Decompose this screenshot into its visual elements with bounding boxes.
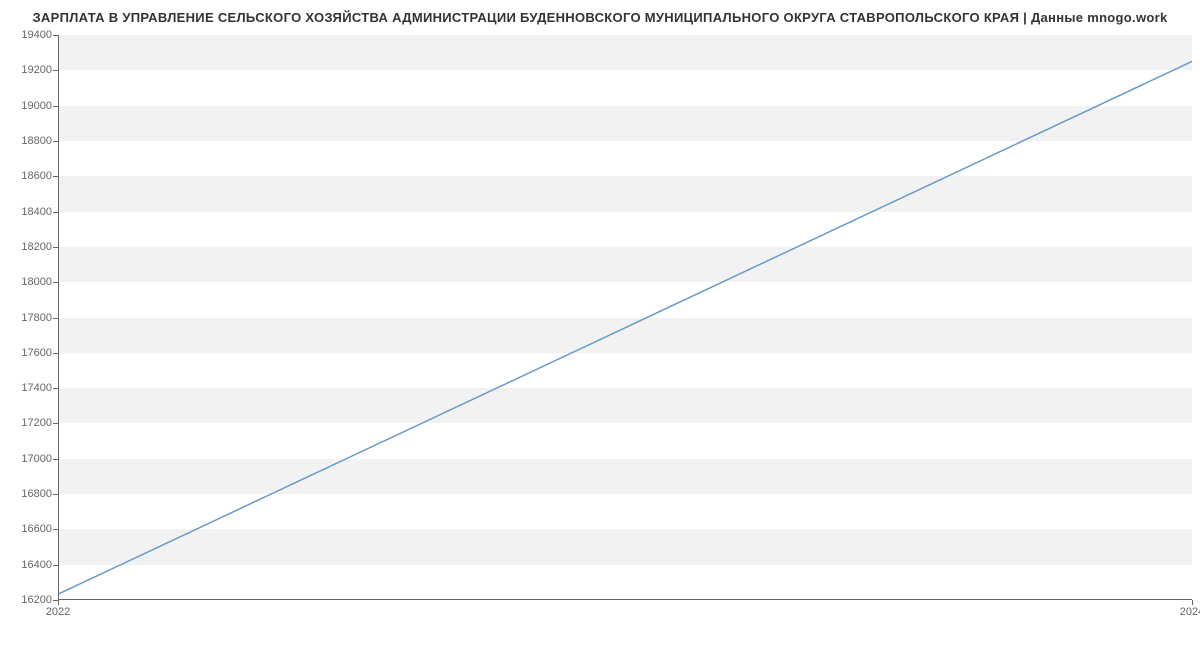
y-tick-mark	[53, 282, 58, 283]
y-tick-mark	[53, 212, 58, 213]
grid-band	[59, 459, 1192, 494]
y-tick-mark	[53, 247, 58, 248]
y-tick-mark	[53, 353, 58, 354]
y-tick-label: 16600	[2, 523, 52, 535]
y-tick-mark	[53, 70, 58, 71]
y-tick-mark	[53, 35, 58, 36]
x-tick-label: 2024	[1180, 606, 1200, 618]
y-tick-mark	[53, 141, 58, 142]
y-tick-mark	[53, 565, 58, 566]
y-tick-mark	[53, 106, 58, 107]
y-tick-mark	[53, 529, 58, 530]
y-tick-label: 18800	[2, 135, 52, 147]
grid-band	[59, 529, 1192, 564]
y-tick-mark	[53, 423, 58, 424]
y-tick-label: 19200	[2, 64, 52, 76]
y-tick-label: 17800	[2, 312, 52, 324]
grid-band	[59, 176, 1192, 211]
y-tick-label: 17000	[2, 453, 52, 465]
grid-band	[59, 35, 1192, 70]
grid-band	[59, 247, 1192, 282]
chart-container: ЗАРПЛАТА В УПРАВЛЕНИЕ СЕЛЬСКОГО ХОЗЯЙСТВ…	[0, 0, 1200, 650]
y-tick-label: 19400	[2, 29, 52, 41]
y-tick-label: 16400	[2, 559, 52, 571]
y-tick-label: 16800	[2, 488, 52, 500]
y-tick-label: 17600	[2, 347, 52, 359]
grid-band	[59, 388, 1192, 423]
y-tick-mark	[53, 459, 58, 460]
y-tick-mark	[53, 176, 58, 177]
y-tick-label: 17400	[2, 382, 52, 394]
plot-area	[58, 35, 1192, 600]
y-tick-label: 18200	[2, 241, 52, 253]
y-tick-label: 17200	[2, 417, 52, 429]
y-tick-label: 19000	[2, 100, 52, 112]
y-tick-mark	[53, 388, 58, 389]
y-tick-mark	[53, 494, 58, 495]
y-tick-label: 16200	[2, 594, 52, 606]
y-tick-mark	[53, 318, 58, 319]
y-tick-label: 18000	[2, 276, 52, 288]
x-tick-mark	[1192, 600, 1193, 605]
grid-band	[59, 318, 1192, 353]
y-tick-label: 18600	[2, 170, 52, 182]
x-tick-mark	[58, 600, 59, 605]
chart-title: ЗАРПЛАТА В УПРАВЛЕНИЕ СЕЛЬСКОГО ХОЗЯЙСТВ…	[0, 10, 1200, 25]
y-tick-label: 18400	[2, 206, 52, 218]
x-tick-label: 2022	[46, 606, 70, 618]
grid-band	[59, 106, 1192, 141]
